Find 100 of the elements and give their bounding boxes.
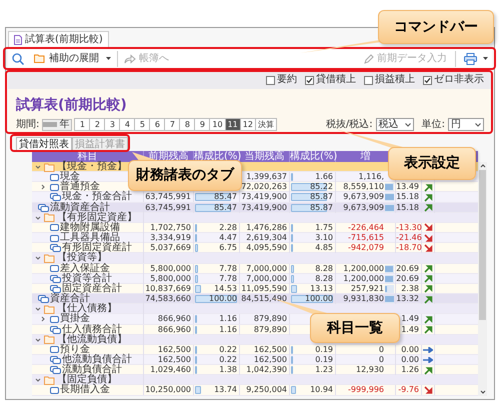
table-cell: -999,996 — [348, 385, 384, 396]
chevron-down-icon[interactable] — [35, 164, 41, 170]
table-cell: 10,837,669 — [145, 284, 191, 293]
checkbox-label: 貸借積上 — [316, 75, 356, 85]
expand-menu-button[interactable]: 補助の展開 — [34, 50, 111, 68]
checkbox[interactable] — [305, 76, 314, 84]
subtotal-icon — [38, 295, 49, 304]
table-cell: 1,476,286 — [246, 222, 287, 232]
chevron-down-icon[interactable] — [35, 255, 41, 262]
table-cell: 85.87 — [310, 192, 333, 202]
month-button[interactable]: 7 — [164, 118, 180, 131]
chevron-down-icon — [404, 122, 411, 126]
checkbox-label: ゼロ非表示 — [434, 75, 484, 85]
search-icon[interactable] — [12, 52, 24, 64]
scroll-down-icon[interactable] — [480, 388, 486, 396]
table-cell: 1.66 — [315, 172, 333, 182]
table-cell: 13.13 — [310, 284, 333, 293]
table-cell: 5,037,669 — [150, 243, 191, 252]
table-cell: 1,042,390 — [246, 365, 287, 374]
table-cell: 866,960 — [158, 324, 191, 334]
checkbox-label: 損益積上 — [375, 75, 415, 85]
month-button[interactable]: 8 — [179, 118, 196, 131]
group-label: 【他流動負債】 — [57, 334, 127, 345]
checkbox[interactable] — [364, 76, 373, 84]
chevron-right-icon[interactable] — [40, 184, 46, 190]
unit-select[interactable]: 円 — [448, 118, 484, 131]
table-cell: 4,095,590 — [246, 243, 287, 252]
table-cell: 9,250,004 — [246, 385, 287, 394]
chevron-right-icon[interactable] — [40, 316, 46, 322]
table-cell: 73,419,900 — [241, 202, 287, 212]
table-cell: 257,921 — [350, 284, 384, 294]
table-cell: 162,500 — [254, 344, 287, 354]
month-button[interactable]: 5 — [134, 118, 150, 131]
chevron-down-icon[interactable] — [35, 306, 41, 312]
table-row[interactable]: 預り金 162,500 0.22 162,500 0.19 0 0.00 — [32, 344, 478, 355]
table-cell: 0 — [378, 354, 384, 365]
table-row[interactable]: 【投資等】 — [32, 253, 478, 264]
month-button[interactable]: 6 — [149, 118, 166, 131]
table-cell: 0.00 — [401, 344, 419, 354]
table-cell: 85.47 — [214, 202, 237, 212]
table-row[interactable]: 現金・預金合計 63,745,991 85.47 73,419,900 85.87 9,673,909 15.18 — [32, 192, 478, 203]
table-cell: 1,702,750 — [150, 222, 191, 232]
table-cell: 1.23 — [315, 365, 333, 374]
table-cell: 1,399,637 — [246, 172, 287, 182]
table-row[interactable]: 流動資産合計 63,745,991 85.47 73,419,900 85.87 9,673,909 15.18 — [32, 202, 478, 213]
year-field[interactable]: 年 — [42, 118, 72, 130]
table-cell: -18.70 — [396, 243, 422, 252]
table-row[interactable]: 建物附属設備 1,702,750 2.28 1,476,286 1.75 -226,464 -13.30 — [32, 222, 478, 234]
table-cell: 9,673,909 — [343, 202, 384, 213]
table-cell: 1.38 — [219, 365, 237, 374]
month-button[interactable]: 3 — [104, 118, 120, 131]
table-cell: 13.74 — [214, 385, 237, 394]
month-button[interactable]: 12 — [240, 118, 256, 131]
table-cell: 866,960 — [158, 314, 191, 324]
checkbox[interactable] — [266, 76, 275, 84]
chevron-down-icon[interactable] — [35, 214, 41, 221]
table-cell: 879,890 — [254, 324, 287, 334]
callout-tooltip: コマンドバー — [378, 10, 494, 44]
callout-tooltip: 科目一覧 — [310, 313, 400, 343]
table-row[interactable]: 【有形固定資産】 — [32, 212, 478, 223]
table-row[interactable]: 差入保証金 5,800,000 7.78 7,000,000 8.28 1,200,000 20.69 — [32, 264, 478, 274]
table-cell: 11,095,590 — [241, 284, 287, 293]
subtotal-icon — [50, 366, 61, 374]
month-button[interactable]: 2 — [89, 118, 106, 131]
month-button[interactable]: 4 — [119, 118, 136, 131]
table-row[interactable]: 投資等合計 5,800,000 7.78 7,000,000 8.28 1,200,000 20.69 — [32, 274, 478, 284]
table-cell: -21.46 — [396, 233, 422, 242]
table-cell: 1,200,000 — [343, 274, 384, 284]
month-button[interactable]: 11 — [224, 118, 241, 131]
chevron-down-icon[interactable] — [35, 336, 41, 343]
subtotal-icon — [50, 193, 61, 202]
document-icon — [14, 35, 22, 45]
table-cell: 2,619,304 — [246, 233, 287, 242]
scroll-up-icon[interactable] — [480, 162, 486, 170]
printer-icon[interactable] — [464, 52, 477, 64]
table-cell: 74,583,660 — [145, 294, 191, 304]
scroll-thumb[interactable] — [479, 170, 486, 320]
table-cell: 13.49 — [396, 182, 419, 192]
scrollbar[interactable] — [478, 162, 487, 396]
month-button[interactable]: 9 — [194, 118, 210, 131]
table-row[interactable]: 長期借入金 10,250,000 13.74 9,250,004 10.94 -999,996 -9.76 — [32, 385, 478, 396]
statement-tab[interactable]: 貸借対照表 — [16, 137, 72, 151]
table-cell: -226,464 — [348, 222, 384, 233]
checkbox-label: 要約 — [277, 75, 297, 85]
checkbox[interactable] — [423, 76, 432, 84]
chevron-down-icon[interactable] — [35, 377, 41, 384]
account-name: 現金・預金合計 — [62, 192, 132, 202]
month-button[interactable]: 10 — [209, 118, 226, 131]
table-cell: 9,673,909 — [343, 192, 384, 202]
table-cell: 85.22 — [310, 182, 333, 192]
month-button[interactable]: 1 — [74, 118, 90, 131]
account-name: 預り金 — [60, 344, 90, 355]
account-icon — [50, 316, 59, 323]
table-cell: 1.16 — [219, 314, 237, 324]
account-name: 長期借入金 — [60, 385, 110, 396]
tax-select[interactable]: 税込 — [376, 118, 414, 131]
table-cell: 4.85 — [315, 243, 333, 252]
document-tab[interactable]: 試算表(前期比較) — [8, 31, 109, 48]
table-cell: 879,890 — [254, 314, 287, 324]
month-button[interactable]: 決算 — [254, 118, 277, 131]
